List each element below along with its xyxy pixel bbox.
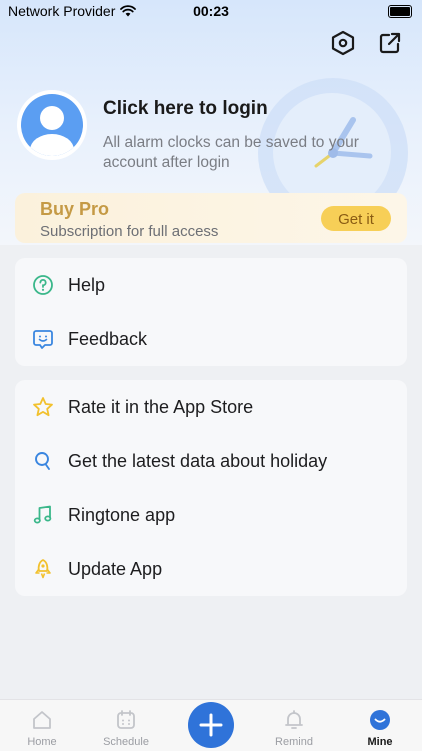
menu-item-label: Ringtone app — [68, 504, 176, 525]
menu-item-help[interactable]: Help — [15, 258, 407, 312]
user-silhouette-icon — [30, 106, 74, 156]
home-icon — [31, 709, 53, 731]
menu-item-label: Feedback — [68, 328, 148, 349]
tab-label-active: Mine — [367, 736, 393, 748]
menu-item-holiday-data[interactable]: Get the latest data about holiday — [15, 434, 407, 488]
rocket-icon — [32, 558, 54, 580]
login-subtitle: All alarm clocks can be saved to your ac… — [103, 134, 359, 171]
get-it-button[interactable]: Get it — [321, 206, 391, 231]
menu-item-rate-app[interactable]: Rate it in the App Store — [15, 380, 407, 434]
tab-mine[interactable]: Mine — [338, 700, 422, 751]
star-icon — [32, 396, 54, 418]
pro-subtitle: Subscription for full access — [40, 223, 219, 240]
bell-icon — [283, 709, 305, 731]
tab-label: Remind — [275, 736, 313, 748]
settings-hexagon-icon — [331, 30, 355, 56]
menu-item-label: Rate it in the App Store — [68, 396, 254, 417]
status-time: 00:23 — [193, 3, 229, 19]
feedback-icon — [32, 328, 54, 350]
smile-icon — [369, 709, 391, 731]
tab-schedule[interactable]: Schedule — [84, 700, 168, 751]
login-title[interactable]: Click here to login — [103, 98, 268, 120]
menu-item-label: Update App — [68, 558, 163, 579]
tab-remind[interactable]: Remind — [252, 700, 336, 751]
settings-button[interactable] — [329, 29, 357, 57]
menu-item-update-app[interactable]: Update App — [15, 542, 407, 596]
menu-item-feedback[interactable]: Feedback — [15, 312, 407, 366]
music-icon — [32, 504, 54, 526]
battery-icon — [388, 5, 412, 18]
search-icon — [32, 450, 54, 472]
menu-item-label: Help — [68, 274, 106, 295]
plus-icon — [199, 713, 223, 737]
add-alarm-button[interactable] — [188, 702, 234, 748]
help-icon — [32, 274, 54, 296]
calendar-icon — [115, 709, 137, 731]
menu-group-more: Rate it in the App Store Get the latest … — [15, 380, 407, 596]
pro-title: Buy Pro — [40, 199, 110, 219]
menu-group-support: Help Feedback — [15, 258, 407, 366]
share-button[interactable] — [376, 29, 404, 57]
tab-label: Home — [27, 736, 57, 748]
tab-home[interactable]: Home — [0, 700, 84, 751]
menu-item-ringtone-app[interactable]: Ringtone app — [15, 488, 407, 542]
avatar[interactable] — [17, 90, 87, 160]
menu-item-label: Get the latest data about holiday — [68, 450, 328, 471]
status-bar: Network Provider 00:23 — [0, 0, 422, 24]
share-external-icon — [379, 32, 401, 54]
buy-pro-banner[interactable]: Buy Pro Subscription for full access Get… — [15, 193, 407, 243]
tab-label: Schedule — [103, 736, 149, 748]
